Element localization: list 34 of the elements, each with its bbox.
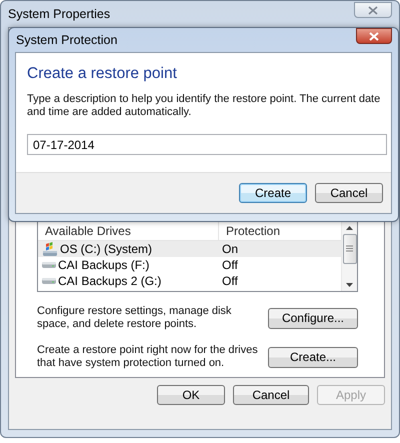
protection-status: Off: [222, 274, 238, 288]
list-row[interactable]: CAI Backups (F:) Off: [38, 257, 341, 273]
action-text: Create a restore point right now for the drives that have system protection turned on.: [37, 344, 259, 370]
dialog-button[interactable]: Cancel: [233, 385, 309, 405]
drive-icon: [42, 278, 56, 284]
description: Type a description to help you identify the restore point. The current date and time are added automatically.: [27, 93, 381, 119]
close-button[interactable]: [356, 28, 392, 44]
scrollbar-thumb[interactable]: [342, 234, 356, 264]
scroll-up-icon[interactable]: [346, 226, 353, 230]
input-field[interactable]: 07-17-2014: [27, 134, 387, 155]
column-header[interactable]: Protection: [219, 222, 341, 240]
close-icon: [369, 32, 379, 40]
scrollbar[interactable]: [341, 222, 357, 291]
dialog-button[interactable]: Create: [239, 183, 307, 203]
action-text: Configure restore settings, manage disk space, and delete restore points.: [37, 305, 232, 331]
drive-name: CAI Backups 2 (G:): [58, 274, 162, 288]
action-button[interactable]: Configure...: [268, 308, 358, 328]
protection-status: Off: [222, 258, 238, 272]
grip-icon: [346, 245, 353, 252]
drive-name: OS (C:) (System): [60, 242, 152, 256]
close-icon: [368, 6, 378, 14]
drive-icon: [42, 262, 56, 268]
list-row[interactable]: OS (C:) (System) On: [38, 241, 341, 257]
scroll-down-icon[interactable]: [346, 283, 353, 287]
protection-status: On: [222, 242, 238, 256]
list-row[interactable]: CAI Backups 2 (G:) Off: [38, 273, 341, 289]
drive-name: CAI Backups (F:): [58, 258, 150, 272]
system-drive-icon: [42, 242, 58, 256]
window-title: System Properties: [8, 7, 110, 21]
dialog-heading: Create a restore point: [27, 65, 178, 83]
action-button[interactable]: Create...: [268, 346, 358, 368]
dialog-button[interactable]: Cancel: [315, 183, 383, 203]
dialog-button[interactable]: OK: [157, 385, 225, 405]
dialog-title: System Protection: [16, 33, 118, 47]
